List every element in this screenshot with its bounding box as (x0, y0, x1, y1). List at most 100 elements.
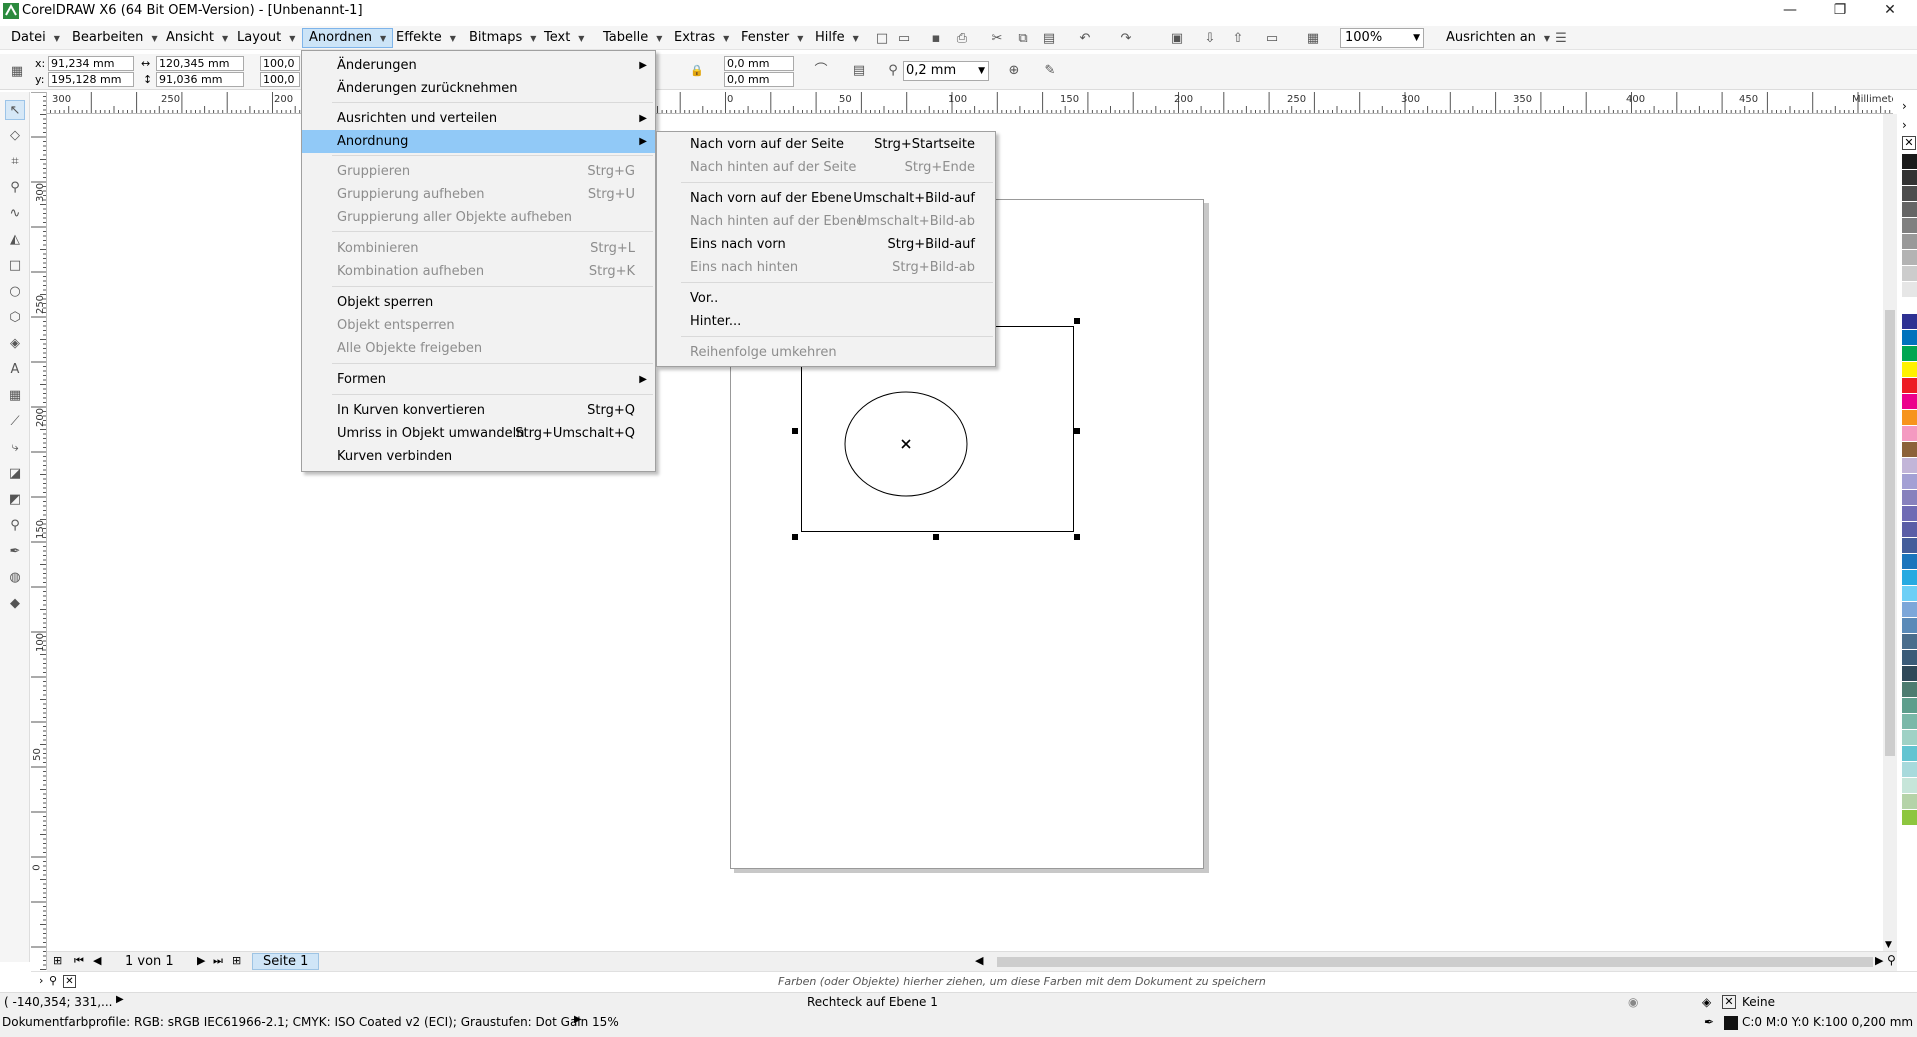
submenu-item-hinter[interactable]: Hinter... (657, 310, 995, 333)
menu-item-kurven-verbinden[interactable]: Kurven verbinden (302, 445, 655, 468)
next-page-icon[interactable]: ▶ (197, 954, 205, 967)
menu-text[interactable]: Text ▼ (538, 28, 590, 48)
menu-item-aenderungen[interactable]: Änderungen ▶ (302, 54, 655, 77)
pick-tool-icon[interactable]: ↖ (5, 100, 25, 120)
close-button[interactable]: ✕ (1867, 0, 1913, 22)
menu-item-aenderungen-zuruecknehmen[interactable]: Änderungen zurücknehmen (302, 77, 655, 100)
corner-radius-bottom-field[interactable]: 0,0 mm (724, 72, 794, 87)
freehand-tool-icon[interactable]: ∿ (5, 204, 25, 224)
color-swatch[interactable] (1902, 410, 1917, 426)
eyedropper-tool-icon[interactable]: ⚲ (5, 516, 25, 536)
color-swatch[interactable] (1902, 554, 1917, 570)
basic-shapes-icon[interactable]: ◈ (5, 334, 25, 354)
interactive-fill-icon[interactable]: ◆ (5, 594, 25, 614)
menu-ansicht[interactable]: Ansicht ▼ (160, 28, 234, 48)
color-swatch[interactable] (1902, 538, 1917, 554)
color-swatch[interactable] (1902, 794, 1917, 810)
polygon-tool-icon[interactable]: ⬡ (5, 308, 25, 328)
submenu-item-nach-vorn-ebene[interactable]: Nach vorn auf der Ebene Umschalt+Bild-auf (657, 187, 995, 210)
redo-icon[interactable]: ↷ (1117, 30, 1135, 48)
eyedropper-icon[interactable]: ⚲ (49, 974, 57, 987)
menu-item-gruppierung-alle-aufheben[interactable]: Gruppierung aller Objekte aufheben (302, 206, 655, 229)
color-swatch[interactable] (1902, 330, 1917, 346)
application-launcher-icon[interactable]: ▭ (1263, 30, 1281, 48)
scroll-down-icon[interactable]: ▼ (1885, 940, 1892, 950)
menu-datei[interactable]: Datei ▼ (5, 28, 66, 48)
menu-bitmaps[interactable]: Bitmaps ▼ (463, 28, 542, 48)
menu-effekte[interactable]: Effekte ▼ (390, 28, 462, 48)
submenu-item-nach-hinten-ebene[interactable]: Nach hinten auf der Ebene Umschalt+Bild-a… (657, 210, 995, 233)
snap-to-dropdown[interactable]: Ausrichten an ▼ (1440, 28, 1556, 48)
submenu-item-nach-vorn-seite[interactable]: Nach vorn auf der Seite Strg+Startseite (657, 133, 995, 156)
menu-item-kombinieren[interactable]: Kombinieren Strg+L (302, 237, 655, 260)
submenu-item-vor[interactable]: Vor.. (657, 287, 995, 310)
object-properties-icon[interactable]: ◉ (1628, 995, 1638, 1009)
color-swatch[interactable] (1902, 426, 1917, 442)
color-swatch[interactable] (1902, 298, 1917, 314)
copy-icon[interactable]: ⧉ (1014, 30, 1032, 48)
crop-tool-icon[interactable]: ⌗ (5, 152, 25, 172)
blend-tool-icon[interactable]: ◪ (5, 464, 25, 484)
outline-pen-status-icon[interactable]: ✒ (1704, 1015, 1714, 1029)
welcome-screen-icon[interactable]: ▦ (1304, 30, 1322, 48)
color-swatch[interactable] (1902, 234, 1917, 250)
color-swatch[interactable] (1902, 474, 1917, 490)
menu-fenster[interactable]: Fenster ▼ (735, 28, 809, 48)
color-swatch[interactable] (1902, 362, 1917, 378)
color-swatch[interactable] (1902, 170, 1917, 186)
zoom-fit-icon[interactable]: ⚲ (1887, 953, 1896, 967)
color-swatch[interactable] (1902, 506, 1917, 522)
menu-item-in-kurven-konvertieren[interactable]: In Kurven konvertieren Strg+Q (302, 399, 655, 422)
object-origin-icon[interactable]: ▦ (8, 63, 26, 81)
menu-hilfe[interactable]: Hilfe ▼ (809, 28, 865, 48)
options-icon[interactable]: ☰ (1552, 30, 1570, 48)
wrap-text-icon[interactable]: ▤ (850, 62, 868, 80)
color-swatch[interactable] (1902, 154, 1917, 170)
cut-icon[interactable]: ✂ (988, 30, 1006, 48)
menu-item-umriss-in-objekt[interactable]: Umriss in Objekt umwandeln Strg+Umschalt+… (302, 422, 655, 445)
width-field[interactable]: 120,345 mm (156, 56, 244, 71)
add-page-after-icon[interactable]: ⊞ (232, 954, 241, 967)
menu-extras[interactable]: Extras ▼ (668, 28, 735, 48)
color-swatch[interactable] (1902, 586, 1917, 602)
color-swatch[interactable] (1902, 218, 1917, 234)
rectangle-tool-icon[interactable]: □ (5, 256, 25, 276)
new-document-icon[interactable]: □ (873, 30, 891, 48)
color-swatch[interactable] (1902, 394, 1917, 410)
color-swatch[interactable] (1902, 282, 1917, 298)
color-swatch[interactable] (1902, 522, 1917, 538)
menu-bearbeiten[interactable]: Bearbeiten ▼ (66, 28, 164, 48)
color-swatch[interactable] (1902, 762, 1917, 778)
scale-height-field[interactable]: 100,0 (260, 72, 300, 87)
color-swatch[interactable] (1902, 746, 1917, 762)
no-color-swatch-icon[interactable]: ✕ (1902, 136, 1916, 150)
fill-tool-icon[interactable]: ◍ (5, 568, 25, 588)
color-swatch[interactable] (1902, 314, 1917, 330)
vertical-ruler[interactable]: 300 250 200 150 100 50 0 (31, 92, 47, 970)
save-icon[interactable]: ▪ (927, 30, 945, 48)
color-swatch[interactable] (1902, 490, 1917, 506)
scroll-left-icon[interactable]: ◀ (975, 954, 983, 967)
submenu-item-eins-nach-hinten[interactable]: Eins nach hinten Strg+Bild-ab (657, 256, 995, 279)
transparency-tool-icon[interactable]: ◩ (5, 490, 25, 510)
menu-layout[interactable]: Layout ▼ (231, 28, 301, 48)
color-swatch[interactable] (1902, 202, 1917, 218)
ellipse-tool-icon[interactable]: ○ (5, 282, 25, 302)
color-swatch[interactable] (1902, 378, 1917, 394)
smart-fill-icon[interactable]: ◭ (5, 230, 25, 250)
corner-radius-top-field[interactable]: 0,0 mm (724, 56, 794, 71)
minimize-button[interactable]: — (1767, 0, 1813, 22)
scale-width-field[interactable]: 100,0 (260, 56, 300, 71)
color-swatch[interactable] (1902, 682, 1917, 698)
export-icon[interactable]: ⇧ (1229, 30, 1247, 48)
submenu-item-nach-hinten-seite[interactable]: Nach hinten auf der Seite Strg+Ende (657, 156, 995, 179)
color-swatch[interactable] (1902, 346, 1917, 362)
restore-button[interactable]: ❐ (1817, 0, 1863, 22)
color-palette[interactable] (1902, 154, 1917, 944)
dimension-tool-icon[interactable]: ⟋ (5, 412, 25, 432)
color-swatch[interactable] (1902, 186, 1917, 202)
color-swatch[interactable] (1902, 778, 1917, 794)
color-swatch[interactable] (1902, 618, 1917, 634)
color-swatch[interactable] (1902, 602, 1917, 618)
import-icon[interactable]: ⇩ (1201, 30, 1219, 48)
